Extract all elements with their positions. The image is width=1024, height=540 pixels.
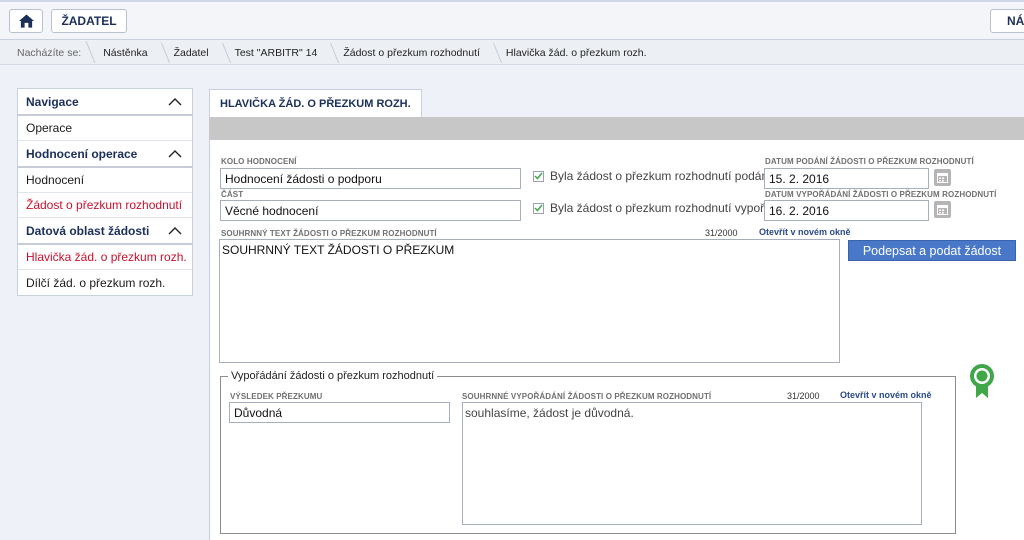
home-icon xyxy=(18,14,34,28)
chevron-up-icon[interactable] xyxy=(168,97,182,106)
calendar-icon xyxy=(937,205,948,215)
souhrnne-vyporadani-label: SOUHRNNÉ VYPOŘÁDÁNÍ ŽÁDOSTI O PŘEZKUM RO… xyxy=(462,392,712,401)
section-header-bar xyxy=(209,117,1024,140)
datum-vyporadani-field[interactable]: 16. 2. 2016 xyxy=(764,200,929,221)
check-icon xyxy=(534,172,543,180)
narocnost-button[interactable]: NÁR xyxy=(990,9,1024,33)
chevron-up-icon[interactable] xyxy=(168,226,182,235)
vyporadani-legend: Vypořádání žádosti o přezkum rozhodnutí xyxy=(228,370,438,382)
breadcrumb-item-current: Hlavička žád. o přezkum rozh. xyxy=(505,46,647,59)
souhrnny-text-area[interactable]: SOUHRNNÝ TEXT ŽÁDOSTI O PŘEZKUM xyxy=(219,239,840,363)
podana-checkbox-label: Byla žádost o přezkum rozhodnutí podána? xyxy=(550,169,782,183)
sidebar-item-dilci[interactable]: Dílčí žád. o přezkum rozh. xyxy=(18,270,192,295)
souhrnny-char-counter: 31/2000 xyxy=(705,228,738,238)
sidebar-item-hlavicka[interactable]: Hlavička žád. o přezkum rozh. xyxy=(18,245,192,270)
sidebar-item-hodnoceni[interactable]: Hodnocení xyxy=(18,168,192,193)
award-ribbon-icon xyxy=(970,364,994,398)
podana-checkbox[interactable] xyxy=(533,170,544,182)
zadatel-button[interactable]: ŽADATEL xyxy=(51,9,127,33)
breadcrumb-lead: Nacházíte se: xyxy=(0,47,91,59)
sidebar-section-navigace[interactable]: Navigace xyxy=(18,89,192,116)
check-icon xyxy=(534,204,543,212)
souhrnne-vyporadani-counter: 31/2000 xyxy=(787,391,820,401)
cast-label: ČÁST xyxy=(221,190,244,199)
calendar-button[interactable] xyxy=(934,169,951,186)
open-new-window-link[interactable]: Otevřít v novém okně xyxy=(759,227,851,237)
open-new-window-link[interactable]: Otevřít v novém okně xyxy=(840,390,932,400)
chevron-up-icon[interactable] xyxy=(168,149,182,158)
kolo-label: KOLO HODNOCENÍ xyxy=(221,157,297,166)
breadcrumb-item[interactable]: Test "ARBITR" 14 xyxy=(223,41,332,65)
datum-vyporadani-label: DATUM VYPOŘÁDÁNÍ ŽÁDOSTI O PŘEZKUM ROZHO… xyxy=(765,190,997,199)
vysledek-field[interactable]: Důvodná xyxy=(229,402,450,423)
breadcrumb-item[interactable]: Žádost o přezkum rozhodnutí xyxy=(331,41,494,65)
breadcrumb-item[interactable]: Nástěnka xyxy=(91,41,161,65)
calendar-button[interactable] xyxy=(934,201,951,218)
kolo-hodnoceni-field[interactable]: Hodnocení žádosti o podporu xyxy=(220,168,521,189)
sidebar: Navigace Operace Hodnocení operace Hodno… xyxy=(17,88,193,296)
sidebar-section-title: Datová oblast žádosti xyxy=(26,223,150,238)
sidebar-section-title: Navigace xyxy=(26,94,79,109)
sidebar-section-datova-oblast[interactable]: Datová oblast žádosti xyxy=(18,218,192,245)
calendar-icon xyxy=(937,173,948,183)
sidebar-section-title: Hodnocení operace xyxy=(26,146,138,161)
souhrnny-text-label: SOUHRNNÝ TEXT ŽÁDOSTI O PŘEZKUM ROZHODNU… xyxy=(221,229,437,238)
sign-and-submit-button[interactable]: Podepsat a podat žádost xyxy=(848,240,1016,261)
podana-checkbox-row[interactable]: Byla žádost o přezkum rozhodnutí podána? xyxy=(533,169,781,183)
top-bar: ŽADATEL NÁR xyxy=(0,0,1024,40)
souhrnne-vyporadani-area[interactable]: souhlasíme, žádost je důvodná. xyxy=(462,402,922,525)
datum-podani-label: DATUM PODÁNÍ ŽÁDOSTI O PŘEZKUM ROZHODNUT… xyxy=(765,157,974,166)
cast-field[interactable]: Věcné hodnocení xyxy=(220,200,521,221)
vysledek-label: VÝSLEDEK PŘEZKUMU xyxy=(230,392,323,401)
tab-hlavicka[interactable]: HLAVIČKA ŽÁD. O PŘEZKUM ROZH. xyxy=(209,89,422,117)
sidebar-item-zadost-o-prezkum[interactable]: Žádost o přezkum rozhodnutí xyxy=(18,193,192,218)
datum-podani-field[interactable]: 15. 2. 2016 xyxy=(764,168,929,189)
breadcrumb-item[interactable]: Žadatel xyxy=(162,41,223,65)
breadcrumb: Nacházíte se: Nástěnka Žadatel Test "ARB… xyxy=(0,41,1024,65)
sidebar-section-hodnoceni-operace[interactable]: Hodnocení operace xyxy=(18,141,192,168)
vyporadana-checkbox[interactable] xyxy=(533,202,544,214)
sidebar-item-operace[interactable]: Operace xyxy=(18,116,192,141)
home-button[interactable] xyxy=(9,9,43,33)
